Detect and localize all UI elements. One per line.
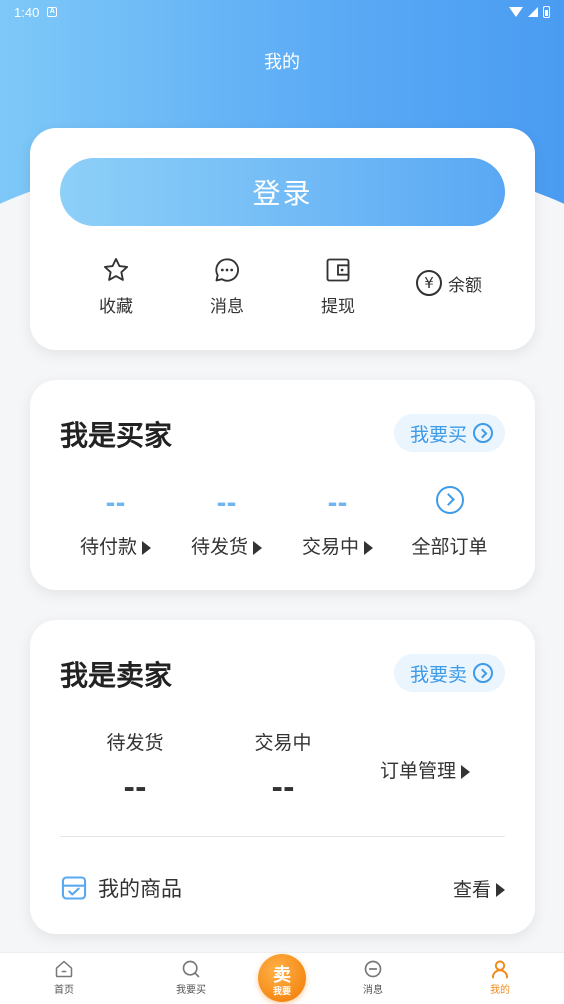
triangle-right-icon [461, 764, 471, 779]
sell-button[interactable]: 我要卖 [393, 654, 505, 692]
pending-payment-label: 待付款 [79, 536, 137, 558]
triangle-right-icon [253, 540, 262, 555]
login-card: 登录 收藏 消息 提现 ¥ 余额 [30, 128, 535, 350]
withdraw-label: 提现 [321, 297, 355, 317]
seller-in-trade-label: 交易中 [254, 732, 312, 754]
seller-pending-shipment[interactable]: 待发货 -- [60, 728, 210, 804]
arrow-circle-icon [473, 663, 493, 683]
sell-fab-button[interactable]: 卖 我要 [258, 954, 306, 1002]
messages-label: 消息 [210, 297, 244, 317]
tab-home[interactable]: 首页 [24, 959, 104, 996]
tab-mine[interactable]: 我的 [460, 959, 540, 996]
arrow-circle-icon [473, 423, 493, 443]
battery-icon [543, 6, 550, 18]
triangle-right-icon [142, 540, 151, 555]
my-goods-label: 我的商品 [98, 877, 182, 901]
balance-label: 余额 [448, 275, 482, 296]
sell-fab-big: 卖 [273, 964, 291, 986]
order-management-label: 订单管理 [380, 760, 457, 782]
my-goods-row[interactable]: 我的商品 查看 [60, 870, 505, 906]
in-trade-label: 交易中 [301, 536, 359, 558]
seller-card: 我是卖家 我要卖 待发货 -- 交易中 -- 订单管理 我的商品 查看 [30, 620, 535, 934]
status-time: 1:40 [14, 4, 40, 20]
goods-box-icon [61, 876, 87, 900]
triangle-right-icon [364, 540, 373, 555]
tab-messages[interactable]: 消息 [333, 959, 413, 996]
buy-button[interactable]: 我要买 [393, 414, 505, 452]
seller-title: 我是卖家 [60, 659, 173, 692]
quick-actions: 收藏 消息 提现 ¥ 余额 [30, 256, 535, 326]
view-goods-label: 查看 [452, 878, 491, 901]
wallet-icon [326, 258, 350, 282]
sell-fab-small: 我要 [272, 986, 291, 997]
in-trade-item[interactable]: -- 交易中 [282, 486, 393, 559]
tab-mine-label: 我的 [490, 985, 510, 996]
status-icons [509, 6, 550, 18]
all-orders-icon-wrap [394, 486, 505, 520]
seller-in-trade[interactable]: 交易中 -- [208, 728, 358, 804]
tab-buy-label: 我要买 [176, 985, 206, 996]
tab-messages-label: 消息 [363, 985, 383, 996]
signal-icon [528, 7, 538, 17]
notification-icon: A [47, 7, 58, 17]
buyer-order-row: -- 待付款 -- 待发货 -- 交易中 全部订单 [30, 486, 535, 566]
pending-payment-count: -- [105, 489, 126, 517]
home-icon [55, 960, 73, 978]
chat-icon [215, 258, 239, 282]
user-icon [491, 960, 509, 979]
yen-icon: ¥ [416, 270, 442, 296]
messages-button[interactable]: 消息 [177, 256, 277, 317]
pending-payment-item[interactable]: -- 待付款 [60, 486, 171, 559]
pending-shipment-label: 待发货 [190, 536, 248, 558]
tab-home-label: 首页 [54, 985, 74, 996]
message-icon [364, 960, 382, 978]
buyer-title: 我是买家 [60, 419, 173, 452]
balance-button[interactable]: ¥ 余额 [416, 270, 482, 296]
order-management-link[interactable]: 订单管理 [380, 756, 471, 783]
status-bar: 1:40 A [0, 0, 564, 24]
login-button[interactable]: 登录 [60, 158, 505, 226]
pending-shipment-item[interactable]: -- 待发货 [171, 486, 282, 559]
wifi-icon [509, 7, 523, 17]
seller-pending-shipment-label: 待发货 [106, 732, 164, 754]
favorites-button[interactable]: 收藏 [66, 256, 166, 317]
page-title: 我的 [264, 52, 300, 73]
view-goods-link[interactable]: 查看 [453, 875, 505, 902]
favorites-label: 收藏 [99, 297, 133, 317]
all-orders-item[interactable]: 全部订单 [394, 486, 505, 559]
seller-in-trade-value: -- [271, 771, 295, 804]
tab-buy[interactable]: 我要买 [151, 959, 231, 996]
buyer-card: 我是买家 我要买 -- 待付款 -- 待发货 -- 交易中 全部订单 [30, 380, 535, 590]
all-orders-label: 全部订单 [411, 536, 488, 558]
star-icon [103, 257, 129, 281]
search-icon [182, 960, 200, 978]
seller-pending-shipment-value: -- [123, 771, 147, 804]
pending-shipment-count: -- [216, 489, 237, 517]
buy-button-label: 我要买 [409, 423, 467, 446]
triangle-right-icon [496, 883, 505, 897]
sell-button-label: 我要卖 [409, 663, 467, 686]
withdraw-button[interactable]: 提现 [288, 256, 388, 317]
in-trade-count: -- [327, 489, 348, 517]
divider [60, 836, 505, 837]
arrow-circle-icon [435, 486, 464, 514]
